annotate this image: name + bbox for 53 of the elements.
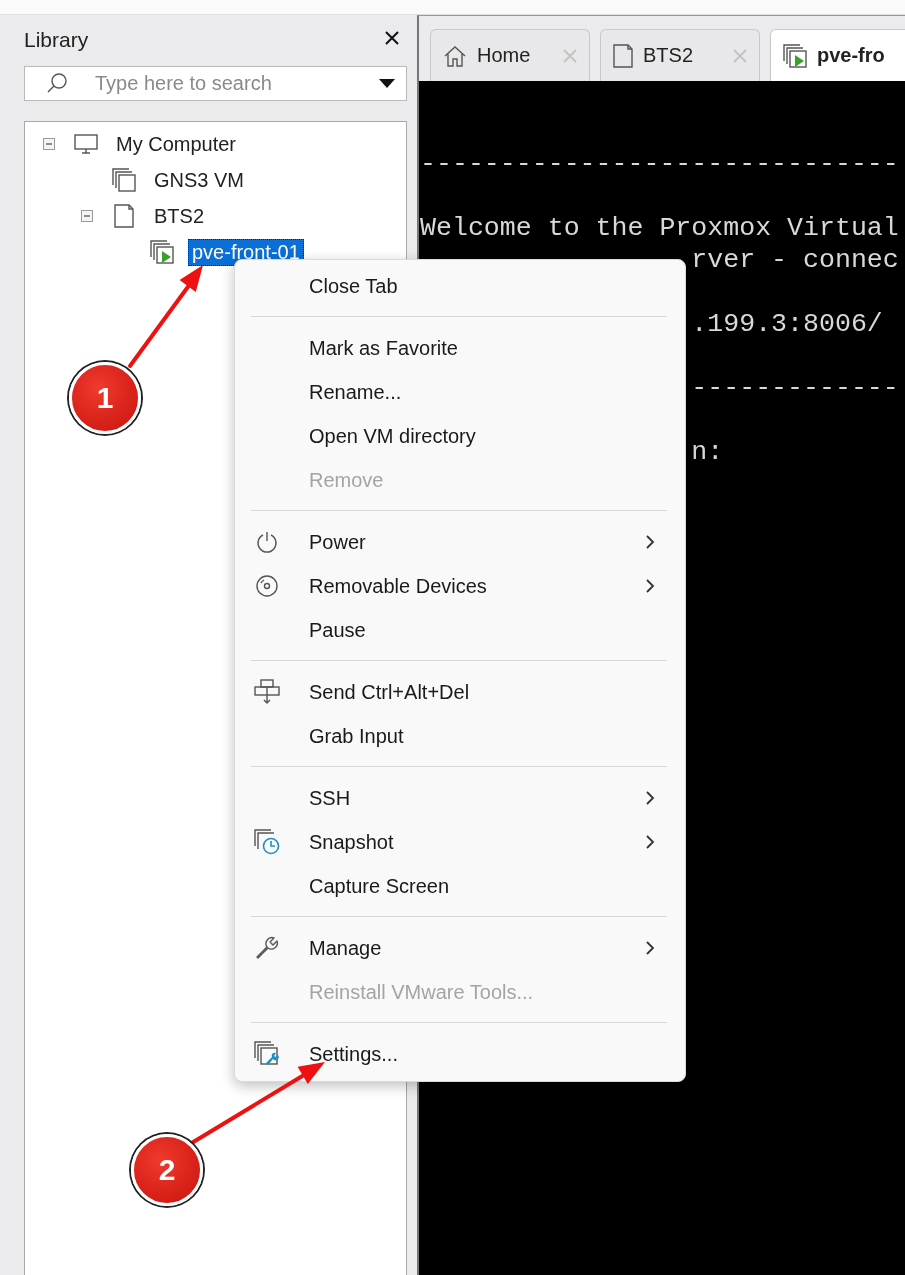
dropdown-triangle-icon: [379, 79, 395, 89]
chevron-right-icon: [645, 834, 655, 850]
close-icon: [733, 48, 747, 63]
running-vm-icon: [783, 43, 807, 68]
menu-item[interactable]: Settings...: [235, 1032, 685, 1076]
menu-item[interactable]: Capture Screen: [235, 864, 685, 908]
tab[interactable]: BTS2: [600, 29, 760, 81]
tab[interactable]: Home: [430, 29, 590, 81]
console-text: .199.3:8006/: [691, 308, 884, 340]
collapse-toggle[interactable]: [81, 210, 93, 222]
menu-item[interactable]: Open VM directory: [235, 414, 685, 458]
close-icon: [563, 48, 577, 63]
page-icon: [114, 204, 134, 228]
chevron-right-icon: [645, 940, 655, 956]
menu-item[interactable]: SSH: [235, 776, 685, 820]
tree-item[interactable]: My Computer: [112, 130, 241, 158]
menu-item[interactable]: Mark as Favorite: [235, 326, 685, 370]
menu-item[interactable]: Manage: [235, 926, 685, 970]
menu-item[interactable]: Close Tab: [235, 264, 685, 308]
console-text: n:: [691, 436, 725, 468]
search-icon: [46, 72, 68, 94]
monitor-icon: [74, 134, 98, 154]
keyboard-keys-icon: [254, 679, 280, 705]
vm-wrench-icon: [254, 1041, 280, 1067]
menu-item[interactable]: Send Ctrl+Alt+Del: [235, 670, 685, 714]
wrench-icon: [254, 935, 280, 961]
page-icon: [613, 43, 633, 68]
console-text: rver - connec: [691, 244, 900, 276]
menu-item[interactable]: Grab Input: [235, 714, 685, 758]
menu-item[interactable]: Removable Devices: [235, 564, 685, 608]
close-icon: [385, 31, 399, 45]
console-text: -------------: [691, 372, 900, 404]
panel-title: Library: [24, 28, 89, 52]
power-icon: [255, 530, 279, 554]
chevron-right-icon: [645, 790, 655, 806]
search-field[interactable]: Type here to search: [24, 66, 407, 101]
snapshot-clock-icon: [254, 829, 280, 855]
tree-item[interactable]: BTS2: [150, 202, 209, 230]
disc-icon: [255, 574, 279, 598]
menu-item[interactable]: Pause: [235, 608, 685, 652]
menu-item[interactable]: Snapshot: [235, 820, 685, 864]
house-icon: [443, 44, 467, 67]
minus-icon: [45, 140, 53, 148]
tab[interactable]: pve-fro: [770, 29, 905, 81]
chevron-right-icon: [645, 578, 655, 594]
tree-item[interactable]: GNS3 VM: [150, 166, 249, 194]
minus-icon: [83, 212, 91, 220]
chevron-right-icon: [645, 534, 655, 550]
menu-item[interactable]: Power: [235, 520, 685, 564]
collapse-toggle[interactable]: [43, 138, 55, 150]
console-text: Welcome to the Proxmox Virtual: [420, 212, 900, 244]
console-text: ------------------------------: [420, 148, 900, 180]
menu-item[interactable]: Rename...: [235, 370, 685, 414]
